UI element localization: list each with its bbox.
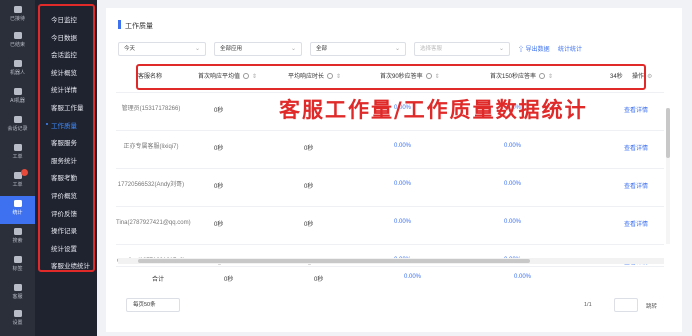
cell-rate150: 0.00% <box>504 181 522 187</box>
rail-item-label: 已结束 <box>9 42 25 48</box>
notification-badge <box>21 169 28 176</box>
export-link[interactable]: ⇧ 导出数据 <box>518 44 550 53</box>
cell-rate90: 0.00% <box>394 143 412 149</box>
ai-bot-icon <box>13 87 23 97</box>
rail-item-label: 工单 <box>12 182 23 188</box>
rail-item-label: 标签 <box>12 266 23 272</box>
menu-highlight-box <box>38 4 95 272</box>
ticket-icon <box>13 143 23 153</box>
view-detail-link[interactable]: 查看详情 <box>624 143 648 152</box>
time-select-value: 今天 <box>124 46 136 52</box>
table-row: 17720566532(Andy刘哥) 0秒 0秒 0.00% 0.00% 查看详情 <box>116 168 664 206</box>
table-row: Tina(2787927421@qq.com) 0秒 0秒 0.00% 0.00% 查看详… <box>116 206 664 244</box>
page-size-value: 每页50条 <box>133 302 156 308</box>
rail-item-label: 客服 <box>12 294 23 300</box>
rail-item-label: 统计 <box>12 210 23 216</box>
cell-agent-name: 正亦专属客服(lixiqi7) <box>123 144 179 150</box>
time-select[interactable]: 今天 ⌄ <box>118 42 206 56</box>
view-detail-link[interactable]: 查看详情 <box>624 105 648 114</box>
title-accent-bar <box>118 20 121 29</box>
rail-item-agent[interactable]: 客服 <box>0 280 35 308</box>
search-icon <box>13 227 23 237</box>
vertical-scrollbar[interactable] <box>666 108 670 244</box>
view-detail-link[interactable]: 查看详情 <box>624 181 648 190</box>
history-icon <box>13 31 23 41</box>
annotation-overlay-text: 客服工作量/工作质量数据统计 <box>279 97 588 122</box>
stats-icon <box>13 199 23 209</box>
cell-avg-first: 0秒 <box>214 184 224 190</box>
cell-avg-resp: 0秒 <box>304 222 314 228</box>
rail-item-stats[interactable]: 统计 <box>0 196 35 224</box>
group-select-value: 全部 <box>316 46 328 52</box>
cell-avg-resp: 0秒 <box>304 146 314 152</box>
stat-config-link[interactable]: 统计统计 <box>558 44 582 53</box>
cell-rate90: 0.00% <box>394 219 412 225</box>
robot-icon <box>13 59 23 69</box>
record-icon <box>13 115 23 125</box>
tag-icon <box>13 255 23 265</box>
total-row: 合计 0秒 0秒 0.00% 0.00% <box>116 266 664 288</box>
rail-item-history[interactable]: 已结束 <box>0 28 35 56</box>
cell-avg-first: 0秒 <box>214 222 224 228</box>
rail-item-label: 设置 <box>12 320 23 326</box>
chevron-down-icon: ⌄ <box>498 46 504 52</box>
chevron-down-icon: ⌄ <box>290 46 296 52</box>
gear-icon <box>13 309 23 319</box>
rail-item-label: 已接待 <box>9 16 25 22</box>
icon-rail: 已接待 已结束 机器人 AI机器 会话记录 工单 工单 统计 搜索 标签 客服 设置 <box>0 0 35 336</box>
export-link-label: 导出数据 <box>525 47 550 53</box>
rail-item-gear[interactable]: 设置 <box>0 306 35 334</box>
rail-item-label: 会话记录 <box>7 126 28 132</box>
rail-item-record[interactable]: 会话记录 <box>0 112 35 140</box>
page-indicator: 1/1 <box>584 302 592 308</box>
agent-select[interactable]: 选择客服 ⌄ <box>414 42 510 56</box>
scrollbar-thumb[interactable] <box>666 108 670 158</box>
chevron-down-icon: ⌄ <box>394 46 400 52</box>
page-size-select[interactable]: 每页50条 <box>126 298 180 312</box>
total-avg-resp: 0秒 <box>314 277 324 283</box>
rail-item-robot[interactable]: 机器人 <box>0 56 35 84</box>
cell-agent-name: 17720566532(Andy刘哥) <box>117 182 185 188</box>
rail-item-chat[interactable]: 已接待 <box>0 2 35 30</box>
cell-rate150: 0.00% <box>504 143 522 149</box>
table-row: 正亦专属客服(lixiqi7) 0秒 0秒 0.00% 0.00% 查看详情 <box>116 130 664 168</box>
cell-rate150: 0.00% <box>504 219 522 225</box>
cell-avg-first: 0秒 <box>214 108 224 114</box>
cell-agent-name: 管理员(15317178266) <box>121 106 181 112</box>
rail-item-label: 机器人 <box>9 70 25 76</box>
rail-item-list[interactable]: 工单 <box>0 168 35 196</box>
view-detail-link[interactable]: 查看详情 <box>624 219 648 228</box>
header-highlight-box <box>136 64 646 90</box>
scrollbar-thumb[interactable] <box>138 259 530 263</box>
agent-icon <box>13 283 23 293</box>
rail-item-tag[interactable]: 标签 <box>0 252 35 280</box>
total-rate90: 0.00% <box>404 274 422 280</box>
total-avg-first: 0秒 <box>224 277 234 283</box>
main-panel: 工作质量 今天 ⌄ 全部应用 ⌄ 全部 ⌄ 选择客服 ⌄ ⇧ 导出数据 统计统计 客服名… <box>106 8 682 332</box>
rail-item-ticket[interactable]: 工单 <box>0 140 35 168</box>
page-jump-button[interactable]: 跳转 <box>646 302 657 310</box>
app-select[interactable]: 全部应用 ⌄ <box>214 42 302 56</box>
page-title: 工作质量 <box>125 23 153 30</box>
app-select-value: 全部应用 <box>220 46 243 52</box>
group-select[interactable]: 全部 ⌄ <box>310 42 406 56</box>
cell-agent-name: Tina(2787927421@qq.com) <box>116 220 191 226</box>
page-jump-input[interactable] <box>614 298 638 312</box>
rail-item-search[interactable]: 搜索 <box>0 224 35 252</box>
rail-item-label: AI机器 <box>10 98 25 104</box>
cell-avg-first: 0秒 <box>214 146 224 152</box>
rail-item-label: 工单 <box>12 154 23 160</box>
cell-rate90: 0.00% <box>394 181 412 187</box>
gear-icon[interactable]: ⚙ <box>647 74 652 80</box>
rail-item-ai-bot[interactable]: AI机器 <box>0 84 35 112</box>
total-label: 合计 <box>152 277 165 283</box>
upload-icon: ⇧ <box>518 47 526 53</box>
horizontal-scrollbar[interactable] <box>118 258 664 264</box>
chevron-down-icon: ⌄ <box>194 46 200 52</box>
agent-select-placeholder: 选择客服 <box>420 46 443 52</box>
chat-icon <box>13 5 23 15</box>
rail-item-label: 搜索 <box>12 238 23 244</box>
total-rate150: 0.00% <box>514 274 532 280</box>
cell-avg-resp: 0秒 <box>304 184 314 190</box>
